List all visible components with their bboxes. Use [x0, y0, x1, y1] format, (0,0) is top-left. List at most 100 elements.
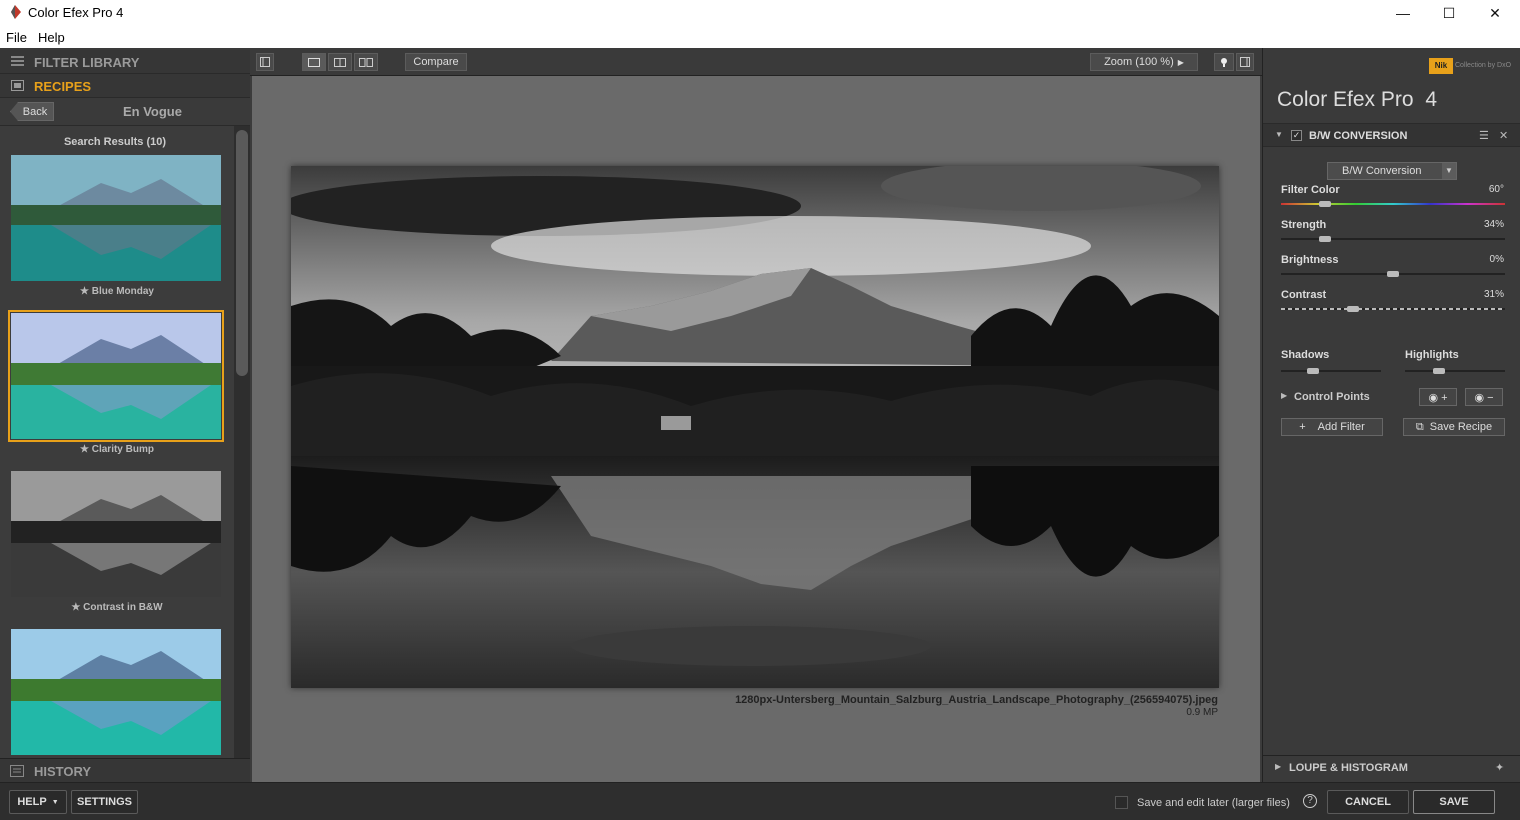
save-button[interactable]: SAVE	[1413, 790, 1495, 814]
control-point-remove-icon: ◉ −	[1474, 391, 1494, 404]
slider-handle[interactable]	[1346, 306, 1359, 312]
loupe-histogram-header[interactable]: ▶ LOUPE & HISTOGRAM ✦	[1263, 755, 1520, 779]
compare-button[interactable]: Compare	[405, 53, 467, 71]
image-filename: 1280px-Untersberg_Mountain_Salzburg_Aust…	[735, 694, 1218, 706]
filter-header[interactable]: ▼ ✓ B/W CONVERSION ☰ ✕	[1263, 123, 1520, 147]
recipe-label: ★ Clarity Bump	[80, 444, 154, 455]
loupe-label: LOUPE & HISTOGRAM	[1289, 762, 1408, 774]
shadows-handle[interactable]	[1307, 368, 1319, 374]
bw-method-dropdown[interactable]: B/W Conversion ▼	[1327, 162, 1457, 180]
add-filter-button[interactable]: + Add Filter	[1281, 418, 1383, 436]
recipe-icon: ⧉	[1415, 420, 1424, 433]
control-points-label: Control Points	[1294, 391, 1370, 403]
recipe-results: Search Results (10) ★ Blue Monday ★ Clar…	[0, 126, 234, 758]
recipes-header[interactable]: RECIPES	[0, 74, 250, 98]
recipe-label: ★ Contrast in B&W	[71, 602, 163, 613]
chevron-down-icon: ▼	[1442, 163, 1456, 179]
slider-track[interactable]	[1281, 203, 1505, 205]
maximize-button[interactable]: ☐	[1426, 0, 1472, 26]
recipe-thumb-blue-monday[interactable]	[11, 155, 221, 281]
search-results-count: Search Results (10)	[63, 136, 167, 148]
chevron-right-icon: ▶	[1177, 57, 1184, 67]
app-area: FILTER LIBRARY RECIPES Back En Vogue Sea…	[0, 48, 1520, 820]
menu-help[interactable]: Help	[38, 30, 65, 45]
minimize-button[interactable]: —	[1380, 0, 1426, 26]
side-by-side-button[interactable]	[354, 53, 378, 71]
window-title: Color Efex Pro 4	[28, 5, 124, 20]
list-icon	[11, 56, 24, 66]
menu-file[interactable]: File	[6, 30, 27, 45]
recipes-scroll-thumb[interactable]	[236, 130, 248, 376]
shadows-label: Shadows	[1281, 349, 1330, 361]
history-header[interactable]: HISTORY	[0, 758, 250, 782]
image-size: 0.9 MP	[1186, 707, 1218, 718]
highlights-handle[interactable]	[1433, 368, 1445, 374]
brand-name: Color Efex Pro	[1277, 88, 1414, 111]
right-panel: Nik Collection by DxO Color Efex Pro 4 ▼…	[1262, 48, 1520, 782]
preview-canvas[interactable]: 1280px-Untersberg_Mountain_Salzburg_Aust…	[252, 76, 1260, 782]
help-icon[interactable]: ?	[1303, 794, 1317, 808]
add-filter-label: Add Filter	[1317, 421, 1365, 433]
recipes-icon	[11, 80, 24, 91]
slider-track[interactable]	[1281, 238, 1505, 240]
save-later-checkbox[interactable]	[1115, 796, 1128, 809]
save-recipe-button[interactable]: ⧉ Save Recipe	[1403, 418, 1505, 436]
zoom-button[interactable]: Zoom (100 %) ▶	[1090, 53, 1198, 71]
close-button[interactable]: ✕	[1472, 0, 1518, 26]
split-view-button[interactable]	[328, 53, 352, 71]
slider-label: Filter Color	[1281, 184, 1340, 196]
remove-filter-icon[interactable]: ✕	[1499, 129, 1508, 142]
expand-icon: ▶	[1275, 762, 1282, 771]
filter-library-label: FILTER LIBRARY	[34, 55, 140, 70]
history-label: HISTORY	[34, 764, 92, 779]
recipe-thumb-contrast-bw[interactable]	[11, 471, 221, 597]
slider-track[interactable]	[1281, 308, 1505, 310]
remove-control-point-button[interactable]: ◉ −	[1465, 388, 1503, 406]
filter-enable-checkbox[interactable]: ✓	[1291, 130, 1302, 141]
bulb-button[interactable]	[1214, 53, 1234, 71]
help-dropdown-button[interactable]: HELP ▼	[9, 790, 67, 814]
highlights-slider[interactable]	[1405, 370, 1505, 372]
filter-name: B/W CONVERSION	[1309, 130, 1408, 142]
recipe-thumb-clarity-bump[interactable]	[8, 310, 224, 442]
slider-handle[interactable]	[1387, 271, 1399, 277]
panel-left-icon	[260, 57, 270, 67]
history-icon	[10, 765, 24, 777]
back-button[interactable]: Back	[10, 102, 54, 121]
slider-value: 34%	[1483, 219, 1504, 230]
plus-icon: +	[1299, 421, 1306, 433]
preview-image	[291, 166, 1219, 688]
single-view-icon	[308, 57, 320, 67]
highlights-label: Highlights	[1405, 349, 1459, 361]
slider-handle[interactable]	[1319, 201, 1332, 207]
slider-value: 31%	[1483, 289, 1504, 300]
cancel-button[interactable]: CANCEL	[1327, 790, 1409, 814]
slider-handle[interactable]	[1319, 236, 1332, 242]
toggle-left-panel-button[interactable]	[256, 53, 274, 71]
shadows-slider[interactable]	[1281, 370, 1381, 372]
bottom-bar: HELP ▼ SETTINGS Save and edit later (lar…	[0, 782, 1520, 820]
toggle-right-panel-button[interactable]	[1236, 53, 1254, 71]
settings-button[interactable]: SETTINGS	[71, 790, 138, 814]
recipe-thumb-4[interactable]	[11, 629, 221, 755]
control-point-add-icon: ◉ +	[1428, 391, 1448, 404]
pin-icon[interactable]: ✦	[1495, 761, 1504, 774]
side-by-side-icon	[359, 57, 373, 67]
slider-value: 60°	[1488, 184, 1504, 195]
bulb-icon	[1221, 58, 1227, 67]
title-bar: Color Efex Pro 4 — ☐ ✕	[0, 0, 1520, 26]
left-panel: FILTER LIBRARY RECIPES Back En Vogue Sea…	[0, 48, 250, 782]
filter-library-header[interactable]: FILTER LIBRARY	[0, 50, 250, 74]
expand-icon[interactable]: ▶	[1281, 391, 1287, 400]
nik-logo: Nik	[1429, 58, 1453, 74]
filter-menu-icon[interactable]: ☰	[1479, 129, 1489, 142]
app-icon	[11, 5, 21, 19]
add-control-point-button[interactable]: ◉ +	[1419, 388, 1457, 406]
save-recipe-label: Save Recipe	[1429, 421, 1493, 433]
recipes-label: RECIPES	[34, 79, 92, 94]
collapse-icon[interactable]: ▼	[1275, 130, 1283, 139]
split-view-icon	[334, 57, 346, 67]
zoom-label: Zoom (100 %)	[1104, 56, 1174, 68]
single-view-button[interactable]	[302, 53, 326, 71]
recipe-label: ★ Blue Monday	[80, 286, 154, 297]
